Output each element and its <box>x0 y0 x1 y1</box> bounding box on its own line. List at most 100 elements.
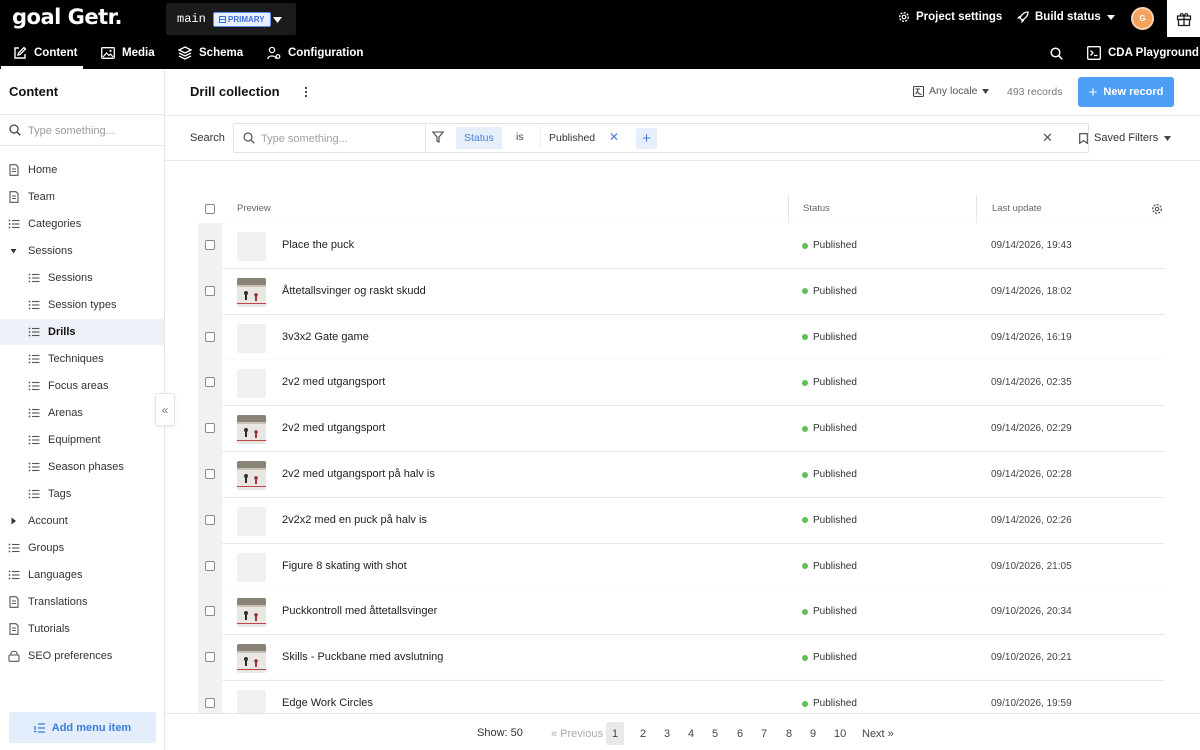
clear-search-icon[interactable]: ✕ <box>1042 130 1053 146</box>
project-settings-button[interactable]: Project settings <box>898 11 1002 23</box>
filter-value-chip[interactable]: Published <box>540 127 603 149</box>
record-title[interactable]: 2v2 med utgangsport <box>282 422 385 434</box>
filter-operator[interactable]: is <box>516 131 524 143</box>
page-2-button[interactable]: 2 <box>640 722 646 745</box>
table-row[interactable]: 2v2 med utgangsport Published 09/14/2026, … <box>222 360 1165 407</box>
page-10-button[interactable]: 10 <box>834 722 846 745</box>
page-6-button[interactable]: 6 <box>737 722 743 745</box>
sidebar-item-sessions[interactable]: Sessions <box>0 265 164 291</box>
record-title[interactable]: 3v3x2 Gate game <box>282 331 369 343</box>
row-checkbox[interactable] <box>205 698 215 708</box>
sidebar-item-sessions[interactable]: Sessions <box>0 238 164 264</box>
tab-schema[interactable]: Schema <box>178 37 243 69</box>
record-title[interactable]: Puckkontroll med åttetallsvinger <box>282 605 437 617</box>
sidebar-item-techniques[interactable]: Techniques <box>0 346 164 372</box>
row-checkbox[interactable] <box>205 240 215 250</box>
global-search-button[interactable] <box>1050 37 1063 69</box>
tab-media[interactable]: Media <box>101 37 155 69</box>
row-checkbox[interactable] <box>205 606 215 617</box>
row-checkbox[interactable] <box>205 652 215 663</box>
user-avatar[interactable]: G <box>1131 7 1154 30</box>
sidebar-item-categories[interactable]: Categories <box>0 211 164 237</box>
sidebar-item-translations[interactable]: Translations <box>0 589 164 615</box>
sidebar-item-tutorials[interactable]: Tutorials <box>0 616 164 642</box>
environment-selector[interactable]: main PRIMARY <box>166 3 296 35</box>
table-row[interactable]: Puckkontroll med åttetallsvinger Publishe… <box>222 589 1165 636</box>
page-5-button[interactable]: 5 <box>712 722 718 745</box>
thumbnail-photo <box>237 277 266 307</box>
tab-content[interactable]: Content <box>0 37 84 69</box>
build-status-button[interactable]: Build status <box>1017 11 1115 23</box>
add-filter-button[interactable]: + <box>636 128 657 149</box>
next-page-button[interactable]: Next » <box>862 722 894 745</box>
column-last-update[interactable]: Last update <box>992 203 1042 214</box>
sidebar-item-tags[interactable]: Tags <box>0 481 164 507</box>
sidebar-item-languages[interactable]: Languages <box>0 562 164 588</box>
record-title[interactable]: Åttetallsvinger og raskt skudd <box>282 285 426 297</box>
tab-configuration[interactable]: Configuration <box>267 37 363 69</box>
table-row[interactable]: 2v2 med utgangsport Published 09/14/2026, … <box>222 406 1165 453</box>
sidebar-item-home[interactable]: Home <box>0 157 164 183</box>
row-checkbox[interactable] <box>205 377 215 388</box>
table-row[interactable]: 2v2x2 med en puck på halv is Published 09/… <box>222 497 1165 544</box>
row-checkbox[interactable] <box>205 285 215 296</box>
locale-selector[interactable]: Any locale <box>913 85 990 97</box>
previous-page-button[interactable]: « Previous <box>551 722 603 745</box>
record-title[interactable]: Skills - Puckbane med avslutning <box>282 651 443 663</box>
page-7-button[interactable]: 7 <box>761 722 767 745</box>
filter-field-chip[interactable]: Status <box>456 127 502 149</box>
app-logo[interactable]: goal Getr. <box>12 5 123 29</box>
page-1-button[interactable]: 1 <box>606 722 624 745</box>
sidebar-item-account[interactable]: Account <box>0 508 164 534</box>
new-record-button[interactable]: + New record <box>1078 77 1174 107</box>
last-update-date: 09/10/2026, 21:05 <box>991 560 1072 572</box>
status-dot-icon <box>802 379 808 386</box>
column-preview[interactable]: Preview <box>237 203 271 214</box>
record-title[interactable]: 2v2x2 med en puck på halv is <box>282 514 427 526</box>
add-menu-item-button[interactable]: Add menu item <box>9 712 156 743</box>
sidebar-item-session-types[interactable]: Session types <box>0 292 164 318</box>
collapse-sidebar-button[interactable]: « <box>155 393 175 426</box>
more-vertical-icon[interactable] <box>304 85 308 99</box>
sidebar-item-arenas[interactable]: Arenas <box>0 400 164 426</box>
row-checkbox[interactable] <box>205 514 215 525</box>
sidebar-search-input[interactable] <box>28 122 158 139</box>
page-size-selector[interactable]: Show: 50 <box>477 727 523 739</box>
sidebar-item-drills[interactable]: Drills <box>0 319 164 345</box>
remove-filter-icon[interactable]: ✕ <box>609 130 619 144</box>
table-row[interactable]: Figure 8 skating with shot Published 09/10… <box>222 543 1165 590</box>
sidebar-item-team[interactable]: Team <box>0 184 164 210</box>
page-9-button[interactable]: 9 <box>810 722 816 745</box>
table-row[interactable]: Place the puck Published 09/14/2026, 19:43 <box>222 223 1165 269</box>
records-search-input[interactable] <box>261 130 421 147</box>
record-title[interactable]: Edge Work Circles <box>282 697 373 709</box>
gift-button[interactable] <box>1167 0 1200 37</box>
page-3-button[interactable]: 3 <box>664 722 670 745</box>
sidebar-item-season-phases[interactable]: Season phases <box>0 454 164 480</box>
gear-icon[interactable] <box>1151 203 1163 215</box>
table-row[interactable]: 3v3x2 Gate game Published 09/14/2026, 16:1… <box>222 314 1165 361</box>
row-checkbox[interactable] <box>205 331 215 342</box>
select-all-checkbox[interactable] <box>205 204 215 214</box>
row-checkbox[interactable] <box>205 469 215 479</box>
table-row[interactable]: Edge Work Circles Published 09/10/2026, 19… <box>222 681 1165 713</box>
filter-icon[interactable] <box>432 131 444 143</box>
table-row[interactable]: 2v2 med utgangsport på halv is Published 0… <box>222 452 1165 498</box>
table-row[interactable]: Åttetallsvinger og raskt skudd Published 0… <box>222 268 1165 315</box>
record-title[interactable]: 2v2 med utgangsport på halv is <box>282 468 435 480</box>
page-4-button[interactable]: 4 <box>688 722 694 745</box>
row-checkbox[interactable] <box>205 560 215 571</box>
table-row[interactable]: Skills - Puckbane med avslutning Publishe… <box>222 635 1165 682</box>
sidebar-item-equipment[interactable]: Equipment <box>0 427 164 453</box>
column-status[interactable]: Status <box>803 203 830 214</box>
sidebar-item-groups[interactable]: Groups <box>0 535 164 561</box>
row-checkbox[interactable] <box>205 423 215 434</box>
sidebar-item-seo-preferences[interactable]: SEO preferences <box>0 643 164 669</box>
cda-playground-button[interactable]: CDA Playground <box>1087 37 1199 69</box>
record-title[interactable]: Place the puck <box>282 239 354 251</box>
page-8-button[interactable]: 8 <box>786 722 792 745</box>
record-title[interactable]: 2v2 med utgangsport <box>282 376 385 388</box>
sidebar-item-focus-areas[interactable]: Focus areas <box>0 373 164 399</box>
record-title[interactable]: Figure 8 skating with shot <box>282 560 407 572</box>
saved-filters-button[interactable]: Saved Filters <box>1079 132 1172 144</box>
